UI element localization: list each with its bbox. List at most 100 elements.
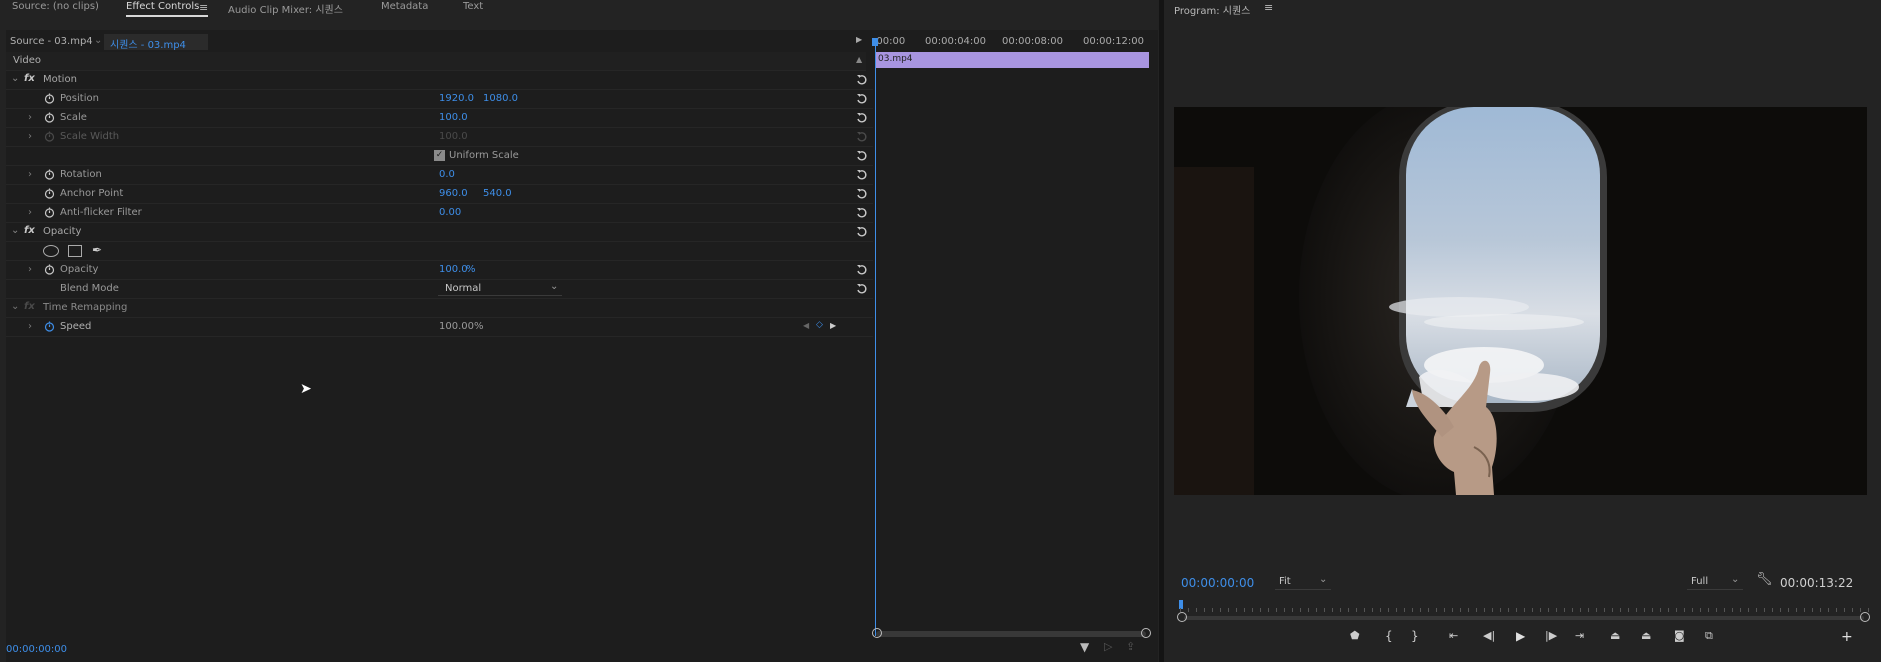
expand-chevron-icon[interactable]: › (28, 264, 32, 275)
stopwatch-icon[interactable] (44, 169, 55, 180)
reset-icon[interactable] (856, 283, 868, 295)
anchor-x-value[interactable]: 960.0 (439, 188, 468, 199)
fit-select[interactable]: Fit ⌄ (1275, 573, 1331, 590)
anchor-y-value[interactable]: 540.0 (483, 188, 512, 199)
ellipse-mask-icon[interactable] (43, 245, 59, 257)
rotation-value[interactable]: 0.0 (439, 169, 455, 180)
timeline-scrollbar[interactable] (876, 631, 1146, 637)
export-frame-icon[interactable]: ◙ (1674, 629, 1688, 643)
timeline-clip[interactable]: 03.mp4 (876, 52, 1149, 68)
mark-out-icon[interactable]: } (1411, 629, 1425, 643)
collapse-chevron-icon[interactable]: ⌄ (11, 225, 19, 236)
blend-mode-select[interactable]: Normal ⌄ (438, 281, 562, 296)
play-only-icon[interactable]: ▶ (856, 35, 862, 44)
lift-icon[interactable]: ⏏ (1610, 629, 1624, 643)
program-title[interactable]: Program: 시퀀스 (1174, 2, 1250, 17)
program-menu-icon[interactable]: ≡ (1264, 1, 1273, 14)
motion-effect-row[interactable]: ⌄ fx Motion (6, 71, 873, 90)
program-video-frame[interactable] (1174, 107, 1867, 495)
stopwatch-icon[interactable] (44, 321, 55, 332)
tab-metadata[interactable]: Metadata (381, 1, 428, 12)
tab-text[interactable]: Text (463, 1, 483, 12)
add-button-icon[interactable]: + (1841, 629, 1855, 645)
position-y-value[interactable]: 1080.0 (483, 93, 518, 104)
stopwatch-icon[interactable] (44, 112, 55, 123)
scale-value[interactable]: 100.0 (439, 112, 468, 123)
extract-icon[interactable]: ⏏ (1641, 629, 1655, 643)
reset-icon[interactable] (856, 264, 868, 276)
fx-icon[interactable]: fx (24, 73, 35, 84)
wrench-icon[interactable]: 🔧︎ (1756, 572, 1773, 587)
play-audio-icon[interactable]: ▷ (1104, 640, 1112, 653)
anti-flicker-value[interactable]: 0.00 (439, 207, 461, 218)
program-time-ruler[interactable] (1180, 608, 1870, 612)
expand-chevron-icon[interactable]: › (28, 207, 32, 218)
stopwatch-icon[interactable] (44, 207, 55, 218)
add-keyframe-icon[interactable]: ◇ (816, 320, 823, 330)
filter-icon[interactable]: ▼ (1080, 640, 1089, 654)
ruler-tick: 00:00:04:00 (925, 36, 987, 47)
stopwatch-icon[interactable] (44, 188, 55, 199)
blend-mode-value: Normal (445, 283, 482, 294)
export-icon[interactable]: ⇪ (1126, 640, 1135, 653)
video-section-header: Video ▲ (6, 52, 866, 71)
next-keyframe-icon[interactable]: ▶ (830, 321, 836, 330)
tab-source[interactable]: Source: (no clips) (12, 1, 99, 12)
rectangle-mask-icon[interactable] (68, 245, 82, 257)
timeline-ruler[interactable]: :00:00 00:00:04:00 00:00:08:00 00:00:12:… (871, 32, 1151, 50)
opacity-value[interactable]: 100.0 (439, 264, 468, 275)
tab-menu-icon[interactable]: ≡ (199, 1, 208, 14)
uniform-scale-checkbox[interactable]: ✓ (434, 150, 445, 161)
footer-timecode[interactable]: 00:00:00:00 (6, 644, 67, 655)
reset-icon[interactable] (856, 93, 868, 105)
zoom-handle-right[interactable] (1860, 612, 1870, 622)
mark-in-icon[interactable]: { (1385, 629, 1399, 643)
reset-icon[interactable] (856, 112, 868, 124)
step-forward-icon[interactable]: |▶ (1545, 629, 1559, 643)
effect-timeline[interactable]: :00:00 00:00:04:00 00:00:08:00 00:00:12:… (871, 30, 1153, 638)
expand-chevron-icon[interactable]: › (28, 112, 32, 123)
pen-mask-icon[interactable]: ✒ (92, 243, 102, 257)
reset-icon[interactable] (856, 169, 868, 181)
reset-icon[interactable] (856, 74, 868, 86)
master-clip-label[interactable]: Source - 03.mp4 (10, 36, 93, 47)
program-timecode[interactable]: 00:00:00:00 (1181, 576, 1254, 590)
prev-keyframe-icon[interactable]: ◀ (803, 321, 809, 330)
chevron-down-icon: ⌄ (1731, 574, 1740, 585)
quality-select[interactable]: Full ⌄ (1687, 573, 1743, 590)
fx-icon[interactable]: fx (24, 225, 35, 236)
collapse-chevron-icon[interactable]: ⌄ (11, 301, 19, 312)
program-zoom-bar[interactable] (1184, 616, 1864, 620)
reset-icon[interactable] (856, 150, 868, 162)
comparison-view-icon[interactable]: ⧉ (1705, 629, 1719, 643)
step-back-icon[interactable]: ◀| (1483, 629, 1497, 643)
playhead-handle[interactable] (872, 38, 878, 46)
zoom-handle-left[interactable] (1177, 612, 1187, 622)
stopwatch-icon[interactable] (44, 93, 55, 104)
reset-icon[interactable] (856, 226, 868, 238)
tab-audio-clip-mixer[interactable]: Audio Clip Mixer: 시퀀스 (228, 1, 343, 16)
program-monitor-panel: Program: 시퀀스 ≡ 00:00:00:00 Fit ⌄ Full ⌄ … (1164, 0, 1881, 662)
play-icon[interactable]: ▶ (1516, 629, 1530, 643)
tab-effect-controls[interactable]: Effect Controls (126, 1, 199, 12)
sequence-clip-tab[interactable]: 시퀀스 - 03.mp4 (104, 34, 208, 51)
chevron-down-icon[interactable]: ⌄ (94, 35, 102, 46)
expand-chevron-icon[interactable]: › (28, 169, 32, 180)
opacity-effect-row[interactable]: ⌄ fx Opacity (6, 223, 873, 242)
quality-value: Full (1691, 576, 1709, 587)
go-to-in-icon[interactable]: ⇤ (1449, 629, 1463, 643)
go-to-out-icon[interactable]: ⇥ (1575, 629, 1589, 643)
time-remapping-row[interactable]: ⌄ fx Time Remapping (6, 299, 873, 318)
stopwatch-icon[interactable] (44, 264, 55, 275)
marker-icon[interactable]: ⬟ (1350, 629, 1364, 643)
speed-value[interactable]: 100.00% (439, 321, 484, 332)
expand-chevron-icon[interactable]: › (28, 321, 32, 332)
reset-icon[interactable] (856, 188, 868, 200)
reset-icon[interactable] (856, 207, 868, 219)
collapse-chevron-icon[interactable]: ⌄ (11, 73, 19, 84)
scroll-up-icon[interactable]: ▲ (856, 55, 862, 64)
scrollbar-handle-left[interactable] (872, 628, 882, 638)
scrollbar-handle-right[interactable] (1141, 628, 1151, 638)
position-x-value[interactable]: 1920.0 (439, 93, 474, 104)
playhead-line[interactable] (875, 38, 876, 636)
